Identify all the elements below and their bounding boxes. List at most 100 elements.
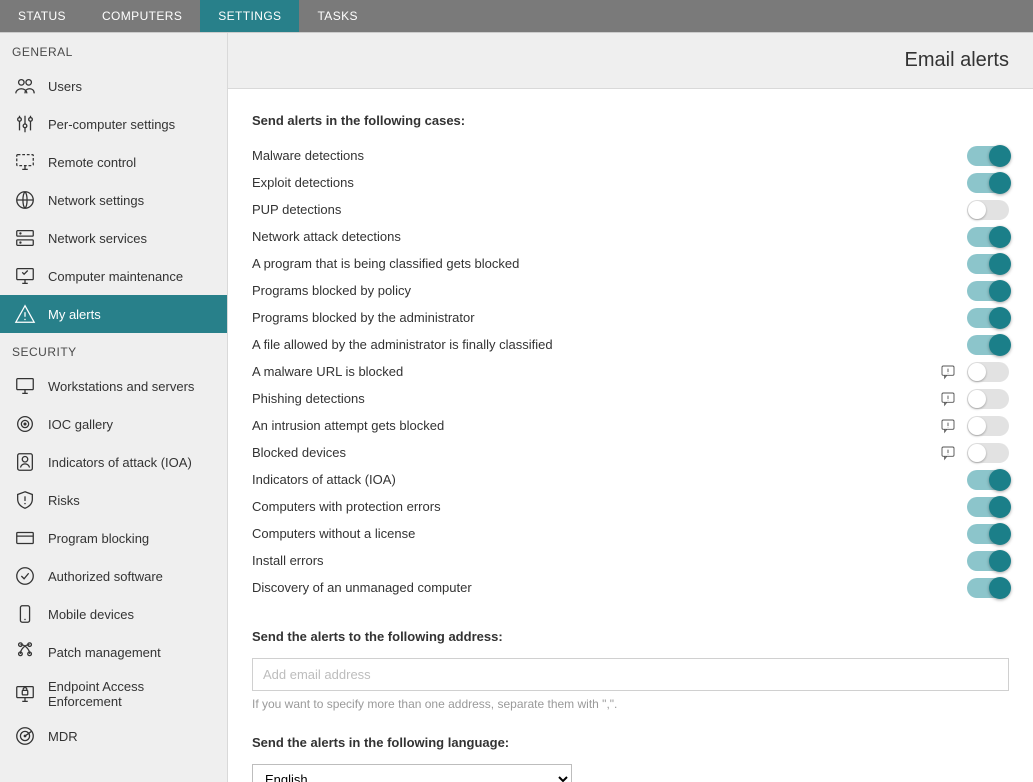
email-hint: If you want to specify more than one add… — [252, 697, 1009, 711]
target-icon — [14, 413, 36, 435]
alert-row: A malware URL is blocked — [252, 358, 1009, 385]
alert-toggle[interactable] — [967, 362, 1009, 382]
alert-label: Programs blocked by policy — [252, 283, 411, 298]
alert-row: An intrusion attempt gets blocked — [252, 412, 1009, 439]
sidebar-item-label: Users — [48, 79, 82, 94]
sidebar-item-netset[interactable]: Network settings — [0, 181, 227, 219]
sidebar-item-label: Endpoint Access Enforcement — [48, 679, 215, 709]
alert-toggle[interactable] — [967, 551, 1009, 571]
alert-label: Indicators of attack (IOA) — [252, 472, 396, 487]
sidebar-item-auth[interactable]: Authorized software — [0, 557, 227, 595]
sidebar-item-percomp[interactable]: Per-computer settings — [0, 105, 227, 143]
top-tabs: STATUSCOMPUTERSSETTINGSTASKS — [0, 0, 1033, 32]
alert-row: Malware detections — [252, 142, 1009, 169]
language-select[interactable]: English — [252, 764, 572, 782]
sidebar-item-label: Authorized software — [48, 569, 163, 584]
alert-label: Programs blocked by the administrator — [252, 310, 475, 325]
sidebar-item-alerts[interactable]: My alerts — [0, 295, 227, 333]
sidebar-item-risks[interactable]: Risks — [0, 481, 227, 519]
alert-label: Network attack detections — [252, 229, 401, 244]
alert-toggle[interactable] — [967, 200, 1009, 220]
sidebar-item-patch[interactable]: Patch management — [0, 633, 227, 671]
page-title: Email alerts — [905, 49, 1009, 72]
monitor-dashed-icon — [14, 151, 36, 173]
alert-row: Blocked devices — [252, 439, 1009, 466]
sidebar-section-title: SECURITY — [0, 333, 227, 367]
alert-toggle[interactable] — [967, 524, 1009, 544]
alert-toggle[interactable] — [967, 497, 1009, 517]
sidebar-item-label: Network services — [48, 231, 147, 246]
alert-icon — [14, 303, 36, 325]
alert-toggle[interactable] — [967, 389, 1009, 409]
info-icon[interactable] — [939, 363, 957, 381]
sidebar: GENERALUsersPer-computer settingsRemote … — [0, 33, 228, 782]
sidebar-item-users[interactable]: Users — [0, 67, 227, 105]
alert-label: Install errors — [252, 553, 324, 568]
alert-label: Computers with protection errors — [252, 499, 441, 514]
alert-label: Blocked devices — [252, 445, 346, 460]
alert-toggle[interactable] — [967, 308, 1009, 328]
alert-row: Network attack detections — [252, 223, 1009, 250]
shield-bang-icon — [14, 489, 36, 511]
sidebar-item-label: Network settings — [48, 193, 144, 208]
email-input[interactable] — [252, 658, 1009, 691]
person-badge-icon — [14, 451, 36, 473]
alert-row: Exploit detections — [252, 169, 1009, 196]
sidebar-item-label: Indicators of attack (IOA) — [48, 455, 192, 470]
lock-monitor-icon — [14, 683, 36, 705]
info-icon[interactable] — [939, 444, 957, 462]
sidebar-item-label: Computer maintenance — [48, 269, 183, 284]
alert-toggle[interactable] — [967, 281, 1009, 301]
alert-row: A program that is being classified gets … — [252, 250, 1009, 277]
users-icon — [14, 75, 36, 97]
sliders-icon — [14, 113, 36, 135]
alert-row: Programs blocked by policy — [252, 277, 1009, 304]
sidebar-item-mdr[interactable]: MDR — [0, 717, 227, 755]
sidebar-item-eae[interactable]: Endpoint Access Enforcement — [0, 671, 227, 717]
content: Send alerts in the following cases: Malw… — [228, 89, 1033, 782]
sidebar-item-maint[interactable]: Computer maintenance — [0, 257, 227, 295]
sidebar-item-remote[interactable]: Remote control — [0, 143, 227, 181]
alert-toggle[interactable] — [967, 146, 1009, 166]
alert-row: A file allowed by the administrator is f… — [252, 331, 1009, 358]
alert-row: Computers with protection errors — [252, 493, 1009, 520]
sidebar-item-label: Workstations and servers — [48, 379, 194, 394]
info-icon[interactable] — [939, 417, 957, 435]
tab-settings[interactable]: SETTINGS — [200, 0, 299, 32]
alert-toggle[interactable] — [967, 335, 1009, 355]
sidebar-item-label: Patch management — [48, 645, 161, 660]
check-circle-icon — [14, 565, 36, 587]
alert-row: Computers without a license — [252, 520, 1009, 547]
alert-toggle[interactable] — [967, 416, 1009, 436]
sidebar-item-ioa[interactable]: Indicators of attack (IOA) — [0, 443, 227, 481]
tab-tasks[interactable]: TASKS — [299, 0, 375, 32]
sidebar-item-mob[interactable]: Mobile devices — [0, 595, 227, 633]
alert-toggle[interactable] — [967, 443, 1009, 463]
main: Email alerts Send alerts in the followin… — [228, 33, 1033, 782]
sidebar-item-ws[interactable]: Workstations and servers — [0, 367, 227, 405]
globe-icon — [14, 189, 36, 211]
sidebar-item-label: Risks — [48, 493, 80, 508]
alert-label: An intrusion attempt gets blocked — [252, 418, 444, 433]
tab-status[interactable]: STATUS — [0, 0, 84, 32]
info-icon[interactable] — [939, 390, 957, 408]
language-heading: Send the alerts in the following languag… — [252, 735, 1009, 750]
monitor-icon — [14, 375, 36, 397]
sidebar-item-label: IOC gallery — [48, 417, 113, 432]
sidebar-item-ioc[interactable]: IOC gallery — [0, 405, 227, 443]
alert-label: A program that is being classified gets … — [252, 256, 519, 271]
tab-computers[interactable]: COMPUTERS — [84, 0, 200, 32]
sidebar-item-label: Per-computer settings — [48, 117, 175, 132]
alert-row: Install errors — [252, 547, 1009, 574]
alert-toggle[interactable] — [967, 173, 1009, 193]
sidebar-item-pblk[interactable]: Program blocking — [0, 519, 227, 557]
sidebar-item-netsvc[interactable]: Network services — [0, 219, 227, 257]
alert-toggle[interactable] — [967, 578, 1009, 598]
alert-toggle[interactable] — [967, 470, 1009, 490]
alert-toggle[interactable] — [967, 254, 1009, 274]
alert-row: PUP detections — [252, 196, 1009, 223]
page-header: Email alerts — [228, 33, 1033, 89]
alert-toggle[interactable] — [967, 227, 1009, 247]
sidebar-item-label: My alerts — [48, 307, 101, 322]
sidebar-item-label: Remote control — [48, 155, 136, 170]
